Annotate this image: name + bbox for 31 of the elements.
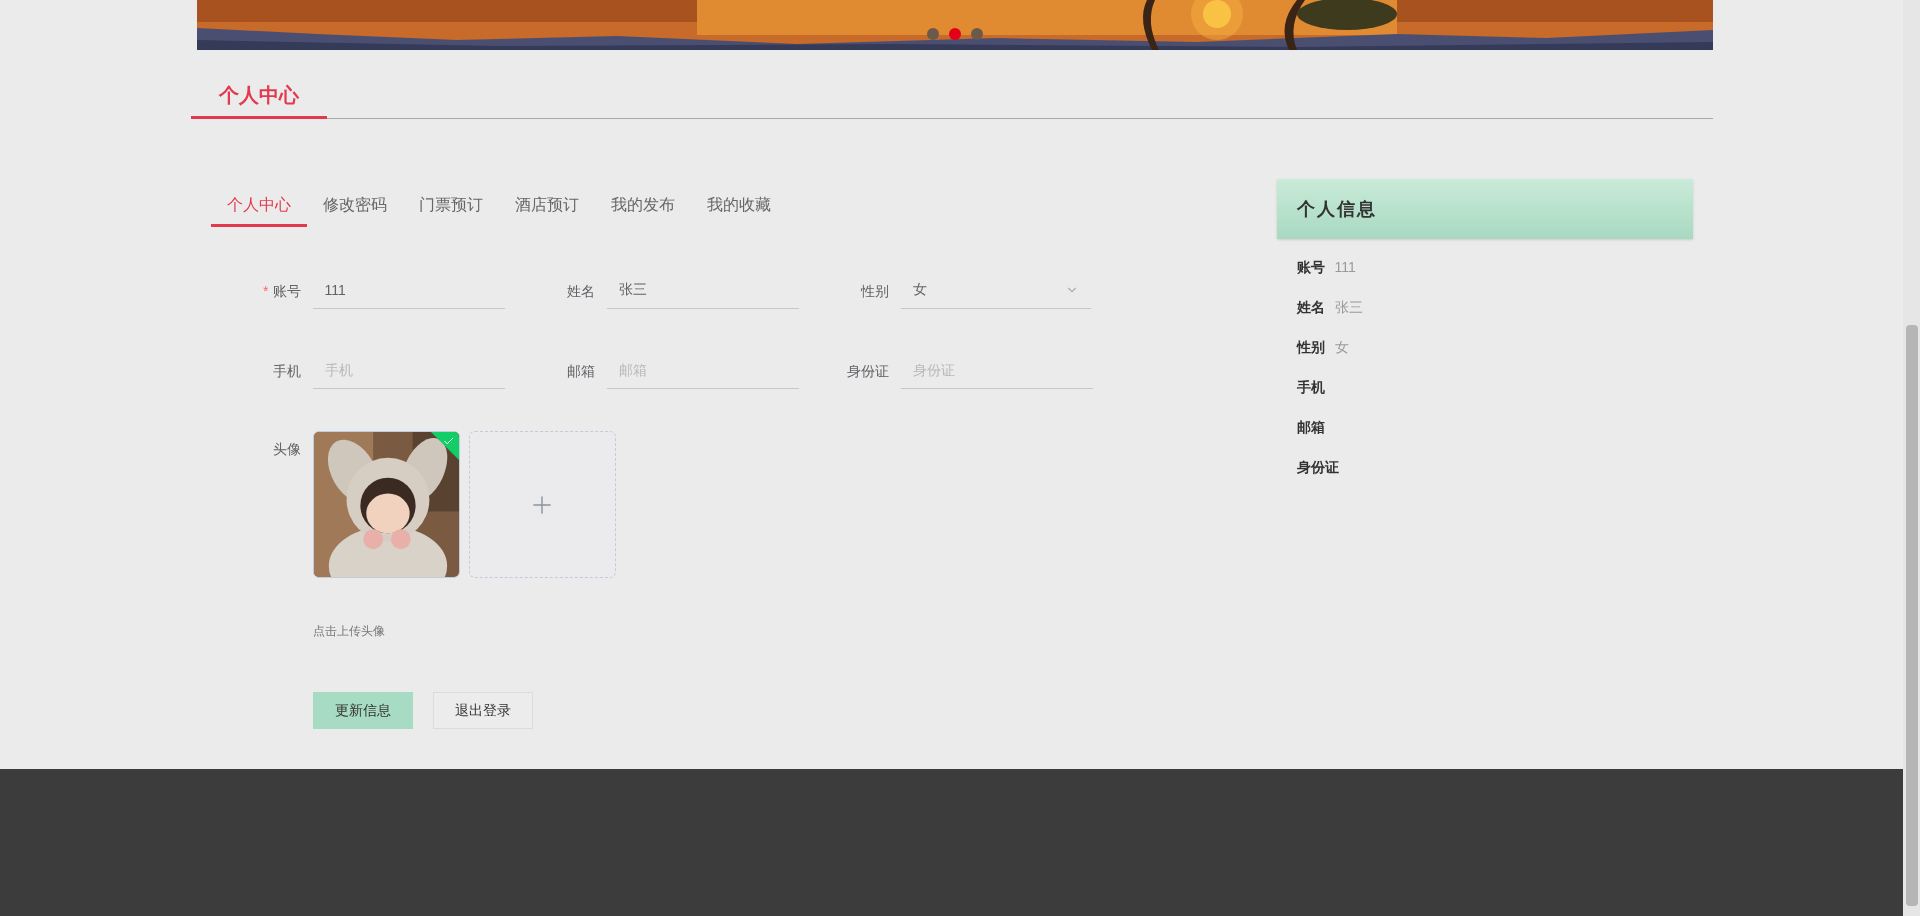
page-title: 个人中心 xyxy=(190,80,327,119)
info-label: 邮箱 xyxy=(1296,417,1325,437)
card-title: 个人信息 xyxy=(1296,197,1377,221)
select-field[interactable]: 女 xyxy=(900,271,1091,309)
required-mark: * xyxy=(263,282,269,301)
info-label: 姓名 xyxy=(1296,297,1325,317)
tab[interactable]: 我的收藏 xyxy=(690,185,787,227)
field-label: 头像 xyxy=(272,440,301,459)
upload-hint: 点击上传头像 xyxy=(312,623,386,640)
info-value: 张三 xyxy=(1334,297,1363,317)
info-label: 账号 xyxy=(1296,257,1325,277)
tab[interactable]: 修改密码 xyxy=(306,185,403,227)
field-label: 手机 xyxy=(272,362,301,381)
info-value: 111 xyxy=(1334,257,1356,277)
info-label: 性别 xyxy=(1296,337,1325,357)
info-value: 女 xyxy=(1334,337,1349,357)
field-label: 身份证 xyxy=(846,362,889,381)
info-label: 手机 xyxy=(1296,377,1325,397)
tab[interactable]: 我的发布 xyxy=(594,185,691,227)
input-field[interactable]: 111 xyxy=(312,271,505,309)
field-label: 邮箱 xyxy=(566,362,595,381)
field-label: 姓名 xyxy=(566,282,595,301)
tab[interactable]: 个人中心 xyxy=(210,185,307,227)
input-field[interactable]: 张三 xyxy=(606,271,799,309)
tab[interactable]: 酒店预订 xyxy=(498,185,595,227)
field-label: 性别 xyxy=(860,282,889,301)
info-label: 身份证 xyxy=(1296,457,1339,477)
field-label: 账号 xyxy=(272,282,301,301)
form-button[interactable]: 更新信息 xyxy=(312,692,413,729)
form-button[interactable]: 退出登录 xyxy=(432,692,533,729)
tab[interactable]: 门票预订 xyxy=(402,185,499,227)
